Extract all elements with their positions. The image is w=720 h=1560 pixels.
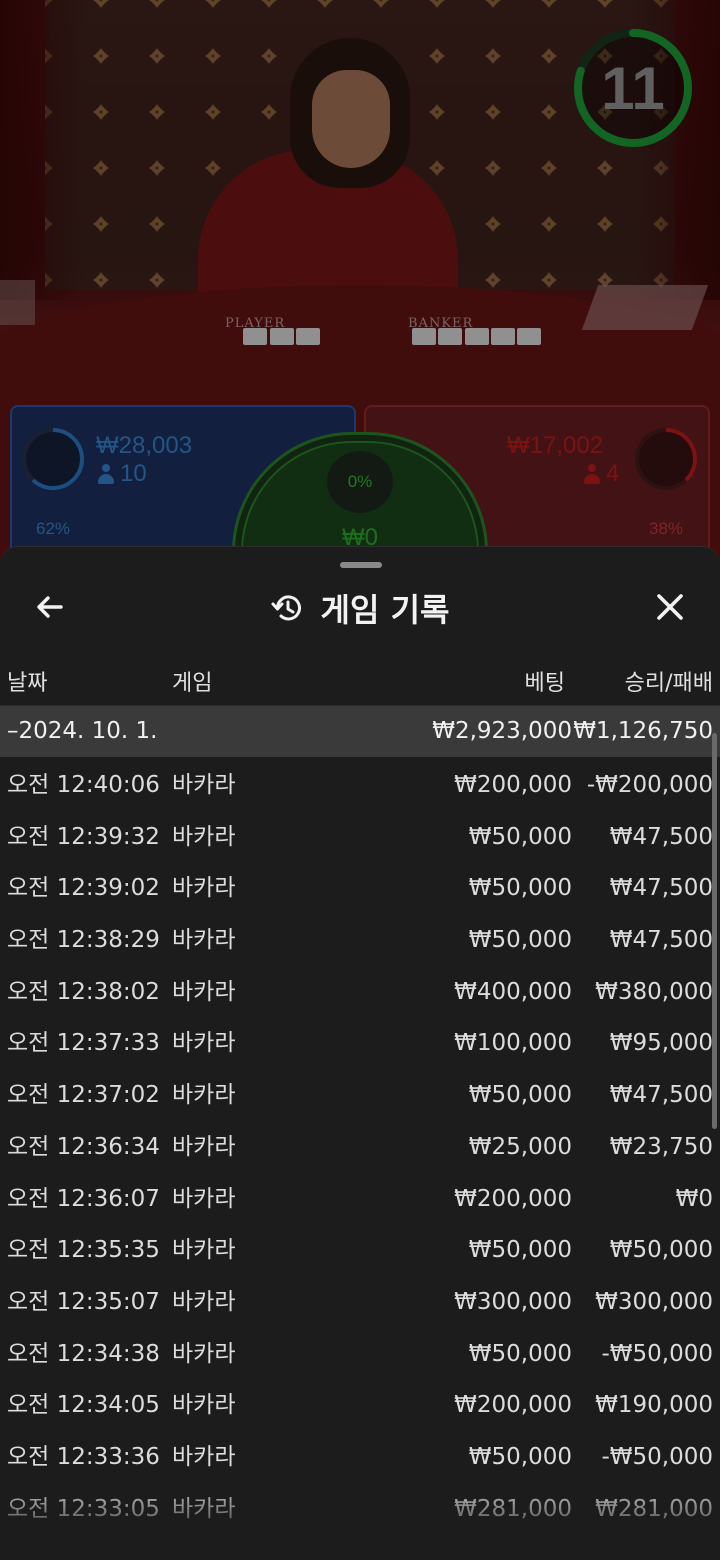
list-fade [0,1477,720,1560]
row-game: 바카라 [172,1392,236,1419]
row-bet: ₩50,000 [468,1237,572,1264]
history-row[interactable]: 오전 12:39:02 바카라 ₩50,000 ₩47,500 [0,863,720,915]
row-result: ₩190,000 [595,1392,713,1419]
row-bet: ₩50,000 [468,1340,572,1367]
row-game: 바카라 [172,772,236,798]
row-game: 바카라 [172,1443,236,1470]
column-header-date: 날짜 [7,671,48,696]
row-time: 오전 12:37:33 [7,1030,160,1057]
row-bet: ₩50,000 [468,927,572,954]
row-result: ₩23,750 [609,1133,713,1160]
row-game: 바카라 [172,1288,236,1315]
row-game: 바카라 [172,1340,236,1367]
row-time: 오전 12:35:35 [7,1237,160,1264]
history-list: 오전 12:40:06 바카라 ₩200,000 -₩200,000 오전 12:39:… [0,760,720,1535]
row-bet: ₩300,000 [454,1288,572,1315]
row-bet: ₩50,000 [468,1443,572,1470]
row-bet: ₩50,000 [468,875,572,902]
video-dim-overlay [0,0,720,560]
drag-handle[interactable] [340,562,382,568]
live-video: PLAYER BANKER 11 62% ₩28,003 10 0% ₩0 38… [0,0,720,560]
row-game: 바카라 [172,1185,236,1212]
close-icon [657,594,683,620]
history-row[interactable]: 오전 12:40:06 바카라 ₩200,000 -₩200,000 [0,760,720,812]
column-header-bet: 베팅 [524,671,565,696]
row-game: 바카라 [172,1237,236,1264]
close-button[interactable] [648,585,692,629]
date-group-total-result: ₩1,126,750 [573,718,713,744]
row-bet: ₩50,000 [468,823,572,850]
row-result: ₩50,000 [609,1237,713,1264]
sheet-title: 게임 기록 [320,591,450,629]
row-time: 오전 12:38:02 [7,978,160,1005]
history-icon [271,595,301,621]
history-row[interactable]: 오전 12:33:36 바카라 ₩50,000 -₩50,000 [0,1432,720,1484]
row-bet: ₩200,000 [454,1185,572,1212]
row-bet: ₩100,000 [454,1030,572,1057]
row-game: 바카라 [172,875,236,902]
history-row[interactable]: 오전 12:37:33 바카라 ₩100,000 ₩95,000 [0,1018,720,1070]
row-game: 바카라 [172,823,236,850]
row-result: -₩50,000 [601,1340,713,1367]
row-time: 오전 12:36:07 [7,1185,160,1212]
row-time: 오전 12:36:34 [7,1133,160,1160]
row-result: ₩380,000 [595,978,713,1005]
row-bet: ₩400,000 [454,978,572,1005]
row-bet: ₩200,000 [454,1392,572,1419]
history-row[interactable]: 오전 12:38:29 바카라 ₩50,000 ₩47,500 [0,915,720,967]
row-result: ₩47,500 [609,927,713,954]
history-row[interactable]: 오전 12:39:32 바카라 ₩50,000 ₩47,500 [0,812,720,864]
row-result: ₩300,000 [595,1288,713,1315]
history-row[interactable]: 오전 12:36:07 바카라 ₩200,000 ₩0 [0,1174,720,1226]
history-row[interactable]: 오전 12:36:34 바카라 ₩25,000 ₩23,750 [0,1122,720,1174]
row-time: 오전 12:33:36 [7,1443,160,1470]
row-time: 오전 12:34:38 [7,1340,160,1367]
history-row[interactable]: 오전 12:38:02 바카라 ₩400,000 ₩380,000 [0,967,720,1019]
history-row[interactable]: 오전 12:35:35 바카라 ₩50,000 ₩50,000 [0,1225,720,1277]
sheet-header: 게임 기록 [0,583,720,633]
column-header-game: 게임 [172,671,213,696]
row-time: 오전 12:35:07 [7,1288,160,1315]
history-row[interactable]: 오전 12:34:38 바카라 ₩50,000 -₩50,000 [0,1329,720,1381]
row-result: ₩47,500 [609,1082,713,1109]
row-result: -₩200,000 [586,772,713,798]
history-row[interactable]: 오전 12:34:05 바카라 ₩200,000 ₩190,000 [0,1380,720,1432]
history-row[interactable]: 오전 12:35:07 바카라 ₩300,000 ₩300,000 [0,1277,720,1329]
row-time: 오전 12:40:06 [7,772,160,798]
row-time: 오전 12:39:32 [7,823,160,850]
row-time: 오전 12:34:05 [7,1392,160,1419]
row-bet: ₩200,000 [454,772,572,798]
row-result: ₩0 [675,1185,713,1212]
row-result: -₩50,000 [601,1443,713,1470]
date-group-row[interactable]: –2024. 10. 1. ₩2,923,000 ₩1,126,750 [0,706,720,757]
row-result: ₩95,000 [609,1030,713,1057]
date-group-total-bet: ₩2,923,000 [432,718,572,744]
row-game: 바카라 [172,978,236,1005]
row-game: 바카라 [172,927,236,954]
row-time: 오전 12:39:02 [7,875,160,902]
date-group-label: –2024. 10. 1. [7,718,158,744]
column-header-win-loss: 승리/패배 [624,671,713,696]
row-result: ₩47,500 [609,875,713,902]
row-bet: ₩25,000 [468,1133,572,1160]
game-history-sheet: 게임 기록 날짜 게임 베팅 승리/패배 –2024. 10. 1. ₩2,92… [0,546,720,1560]
history-row[interactable]: 오전 12:37:02 바카라 ₩50,000 ₩47,500 [0,1070,720,1122]
scrollbar[interactable] [712,733,717,1129]
row-time: 오전 12:38:29 [7,927,160,954]
row-game: 바카라 [172,1030,236,1057]
row-result: ₩47,500 [609,823,713,850]
row-game: 바카라 [172,1082,236,1109]
row-time: 오전 12:37:02 [7,1082,160,1109]
row-game: 바카라 [172,1133,236,1160]
row-bet: ₩50,000 [468,1082,572,1109]
